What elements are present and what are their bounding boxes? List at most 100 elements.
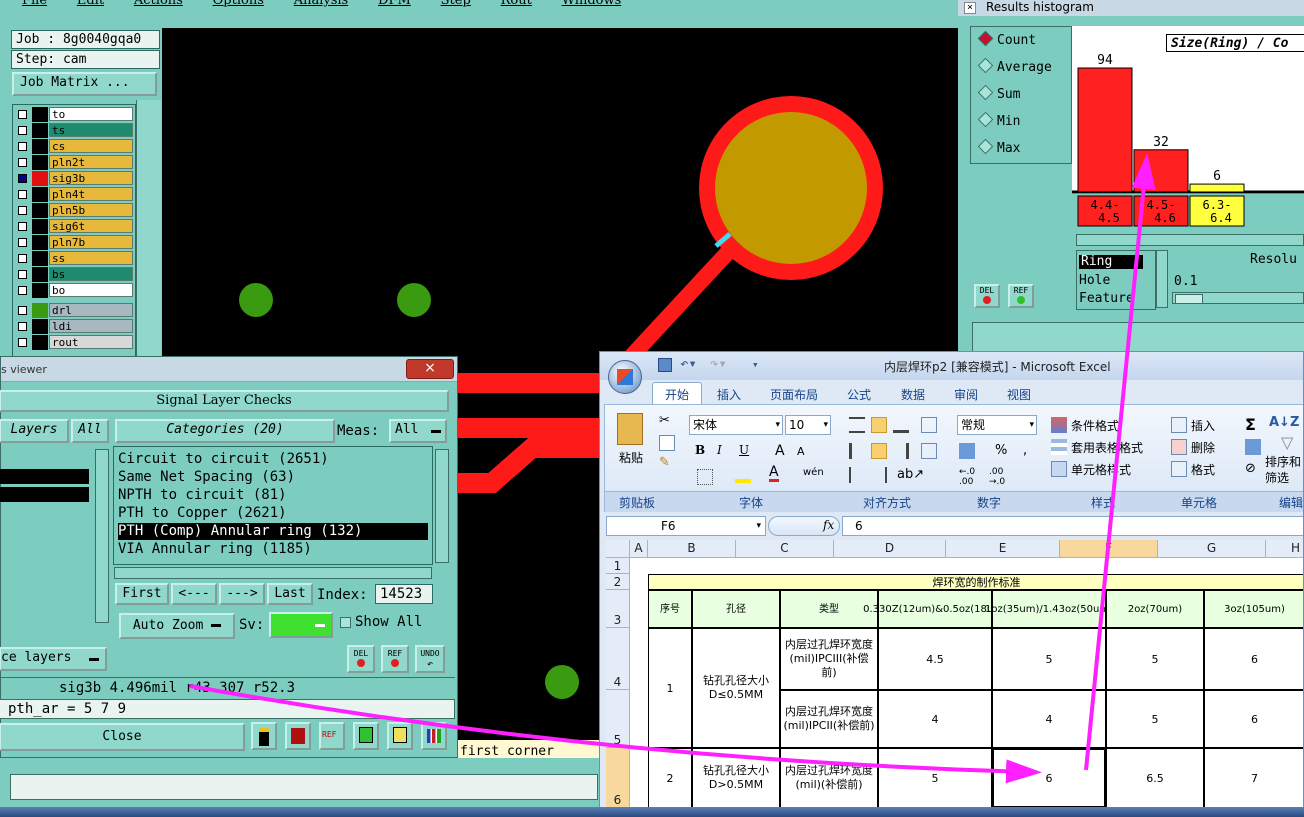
shrink-font-button[interactable]: A <box>797 445 805 458</box>
layer-row-to[interactable]: to <box>15 107 133 122</box>
categories-scrollbar[interactable] <box>435 449 449 563</box>
layer-color-swatch[interactable] <box>32 123 48 138</box>
table-cell[interactable]: 5 <box>1106 628 1204 690</box>
tool-icon-4[interactable] <box>353 722 379 750</box>
layer-checkbox[interactable] <box>18 158 27 167</box>
tool-icon-1[interactable] <box>251 722 277 750</box>
table-cell[interactable]: 1oz(35um)/1.43oz(50um) <box>985 590 1113 628</box>
paste-icon[interactable] <box>617 413 643 445</box>
decrease-decimal-icon[interactable]: .00 →.0 <box>989 467 1005 487</box>
category-item[interactable]: NPTH to circuit (81) <box>118 487 428 504</box>
table-cell[interactable]: 孔径 <box>692 590 780 628</box>
layer-checkbox[interactable] <box>18 270 27 279</box>
layer-name[interactable]: pln2t <box>49 155 133 169</box>
sort-filter-icon[interactable]: A↓Z <box>1269 415 1299 430</box>
align-middle-icon[interactable] <box>871 417 887 433</box>
tab-review[interactable]: 审阅 <box>954 386 978 403</box>
layer-row-bo[interactable]: bo <box>15 283 133 298</box>
layer-name[interactable]: pln7b <box>49 235 133 249</box>
tab-page-layout[interactable]: 页面布局 <box>770 386 818 403</box>
table-cell[interactable]: 6 <box>992 748 1106 808</box>
phonetic-icon[interactable]: wén <box>803 467 824 478</box>
layer-color-swatch[interactable] <box>32 235 48 250</box>
formula-input[interactable]: 6 <box>842 516 1303 536</box>
filter-label[interactable]: 筛选 <box>1265 469 1289 486</box>
font-size-combo[interactable]: 10 ▾ <box>785 415 831 435</box>
table-cell[interactable]: 5 <box>1106 690 1204 748</box>
menu-edit[interactable]: Edit <box>77 0 104 8</box>
table-cell[interactable]: 4 <box>878 690 992 748</box>
font-color-icon[interactable]: A <box>769 465 779 482</box>
format-cells-button[interactable]: 格式 <box>1191 461 1215 478</box>
table-cell[interactable]: 内层过孔焊环宽度(mil)(补偿前) <box>780 748 878 808</box>
bold-button[interactable]: B <box>695 443 705 457</box>
tab-data[interactable]: 数据 <box>901 386 925 403</box>
layer-color-swatch[interactable] <box>32 335 48 350</box>
table-format-icon[interactable] <box>1051 439 1067 455</box>
radio-diamond-icon[interactable] <box>977 84 994 101</box>
menu-actions[interactable]: Actions <box>134 0 183 8</box>
delete-cells-button[interactable]: 删除 <box>1191 439 1215 456</box>
table-cell[interactable]: 内层过孔焊环宽度(mil)IPCII(补偿前) <box>780 690 878 748</box>
formula-bar-handle[interactable]: fx <box>768 516 840 536</box>
prop-feature[interactable]: Feature <box>1079 291 1134 306</box>
layer-row-bs[interactable]: bs <box>15 267 133 282</box>
layer-name[interactable]: bs <box>49 267 133 281</box>
histogram-ref-button[interactable]: REF <box>1008 284 1034 308</box>
layer-row-pln2t[interactable]: pln2t <box>15 155 133 170</box>
layer-row-cs[interactable]: cs <box>15 139 133 154</box>
copy-icon[interactable] <box>659 435 675 451</box>
table-cell[interactable]: 2 <box>648 748 692 808</box>
layer-color-swatch[interactable] <box>32 203 48 218</box>
format-cells-icon[interactable] <box>1171 461 1187 477</box>
layer-checkbox[interactable] <box>18 254 27 263</box>
histogram-del-button[interactable]: DEL <box>974 284 1000 308</box>
table-cell[interactable]: 1 <box>648 628 692 748</box>
clear-icon[interactable]: ⊘ <box>1245 461 1256 476</box>
align-bottom-icon[interactable] <box>893 417 909 433</box>
layer-row-pln4t[interactable]: pln4t <box>15 187 133 202</box>
layer-checkbox[interactable] <box>18 110 27 119</box>
menu-dfm[interactable]: DFM <box>378 0 411 8</box>
tab-insert[interactable]: 插入 <box>717 386 741 403</box>
save-icon[interactable] <box>658 358 672 372</box>
table-cell[interactable]: 2oz(70um) <box>1106 590 1204 628</box>
table-cell[interactable]: 焊环宽的制作标准 <box>648 574 1303 590</box>
percent-icon[interactable]: % <box>995 443 1007 458</box>
layer-name[interactable]: cs <box>49 139 133 153</box>
layer-name[interactable]: ss <box>49 251 133 265</box>
fill-icon[interactable] <box>1245 439 1261 455</box>
layers-all-button[interactable]: All <box>71 419 109 443</box>
viewer-undo-button[interactable]: UNDO ↶ <box>415 645 445 673</box>
property-scrollbar[interactable] <box>1156 250 1168 308</box>
meas-dropdown[interactable]: All <box>389 419 447 443</box>
table-cell[interactable]: 5 <box>992 628 1106 690</box>
layer-name[interactable]: sig6t <box>49 219 133 233</box>
layer-name[interactable]: drl <box>49 303 133 317</box>
italic-button[interactable]: I <box>717 443 722 457</box>
category-item[interactable]: Same Net Spacing (63) <box>118 469 428 486</box>
sv-color-dropdown[interactable] <box>269 612 333 638</box>
layer-color-swatch[interactable] <box>32 139 48 154</box>
layer-color-swatch[interactable] <box>32 303 48 318</box>
table-cell[interactable]: 5 <box>878 748 992 808</box>
menu-step[interactable]: Step <box>441 0 471 8</box>
layer-color-swatch[interactable] <box>32 219 48 234</box>
quick-access-dropdown-icon[interactable]: ▾ <box>752 358 759 371</box>
table-cell[interactable]: 4.5 <box>878 628 992 690</box>
table-format-button[interactable]: 套用表格格式 <box>1071 439 1143 456</box>
decrease-indent-icon[interactable] <box>849 467 865 483</box>
menu-rout[interactable]: Rout <box>501 0 532 8</box>
layer-color-swatch[interactable] <box>32 155 48 170</box>
layer-name[interactable]: sig3b <box>49 171 133 185</box>
tool-icon-3[interactable]: REF <box>319 722 345 750</box>
table-cell[interactable]: 6.5 <box>1106 748 1204 808</box>
increase-indent-icon[interactable] <box>871 467 887 483</box>
fx-icon[interactable]: fx <box>823 518 834 532</box>
layer-row-ldi[interactable]: ldi <box>15 319 133 334</box>
layer-checkbox[interactable] <box>18 126 27 135</box>
tool-icon-6[interactable] <box>421 722 447 750</box>
viewer-close-x-button[interactable]: × <box>406 359 454 379</box>
layer-name[interactable]: bo <box>49 283 133 297</box>
insert-cells-icon[interactable] <box>1171 417 1187 433</box>
